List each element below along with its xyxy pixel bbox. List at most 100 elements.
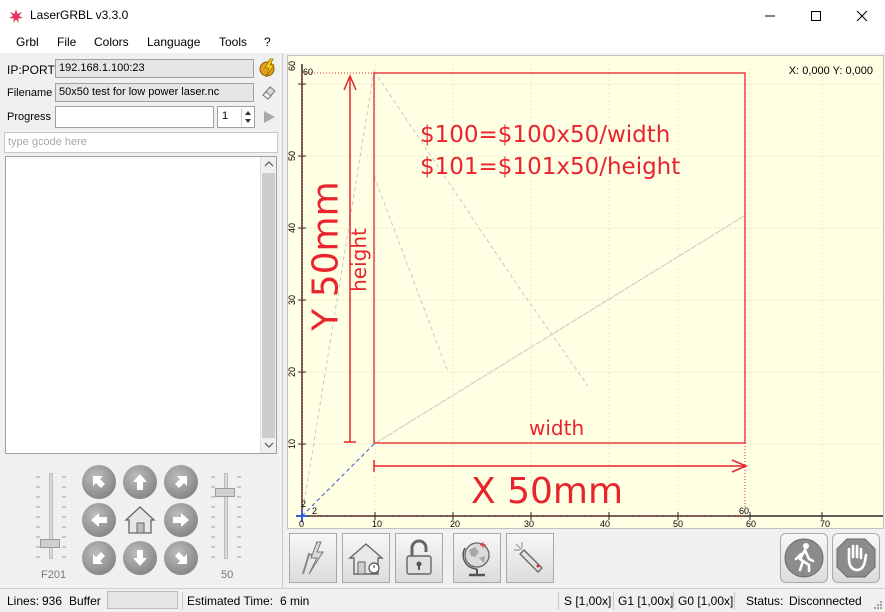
unlock-icon — [406, 539, 432, 575]
minimize-icon — [765, 15, 775, 16]
status-label: Status: — [746, 594, 784, 608]
s-override[interactable]: S [1,00x] — [564, 594, 611, 608]
jog-up-left-button[interactable] — [82, 465, 116, 499]
status-separator — [558, 592, 559, 610]
corner-label-origin-y: 2 — [301, 499, 307, 509]
jog-left-button[interactable] — [82, 503, 116, 537]
jog-right-button[interactable] — [164, 503, 198, 537]
status-separator — [734, 592, 735, 610]
g1-override[interactable]: G1 [1,00x] — [618, 594, 673, 608]
jog-home-button[interactable] — [121, 501, 159, 539]
jog-down-left-button[interactable] — [82, 541, 116, 575]
menu-bar: Grbl File Colors Language Tools ? — [0, 31, 885, 53]
jog-down-right-button[interactable] — [164, 541, 198, 575]
corner-label-top-left: 60 — [303, 67, 314, 77]
laser-test-button[interactable] — [506, 533, 554, 583]
corner-label-origin-x: 2 — [312, 506, 318, 516]
maximize-icon — [811, 10, 821, 21]
y-tick-50: 50 — [287, 150, 298, 162]
app-logo-icon — [9, 9, 23, 23]
window-title: LaserGRBL v3.3.0 — [30, 8, 129, 22]
formula-y: $101=$101x50/height — [420, 154, 681, 180]
connect-toggle-button[interactable] — [258, 58, 278, 78]
feed-label: F201 — [41, 569, 67, 581]
status-separator — [182, 592, 183, 610]
unlock-button[interactable] — [395, 533, 443, 583]
scroll-thumb[interactable] — [262, 173, 275, 438]
menu-grbl[interactable]: Grbl — [16, 35, 39, 49]
arrow-up-icon — [133, 474, 147, 490]
status-separator — [613, 592, 614, 610]
open-file-button[interactable] — [260, 83, 278, 101]
y-size-label: Y 50mm — [305, 181, 347, 331]
status-value: Disconnected — [789, 594, 862, 608]
status-separator — [673, 592, 674, 610]
minimize-button[interactable] — [747, 0, 793, 31]
arrow-down-icon — [133, 550, 147, 566]
ip-port-label: IP:PORT — [7, 63, 55, 77]
connect-button[interactable] — [289, 533, 337, 583]
filename-field[interactable]: 50x50 test for low power laser.nc — [55, 83, 254, 102]
g0-override[interactable]: G0 [1,00x] — [678, 594, 733, 608]
estimated-time-value: 6 min — [280, 594, 310, 608]
gcode-input[interactable]: type gcode here — [4, 132, 278, 153]
goto-origin-button[interactable] — [453, 533, 501, 583]
run-file-button[interactable] — [261, 109, 277, 125]
menu-tools[interactable]: Tools — [219, 35, 247, 49]
menu-file[interactable]: File — [57, 35, 76, 49]
console-scrollbar[interactable] — [260, 157, 276, 453]
jog-up-button[interactable] — [123, 465, 157, 499]
spinner-arrows-icon — [245, 111, 251, 123]
jog-down-button[interactable] — [123, 541, 157, 575]
scroll-down-icon[interactable] — [264, 441, 274, 449]
x-tick-40: 40 — [600, 519, 611, 529]
x-tick-0: 0 — [299, 519, 305, 529]
home-machine-icon — [348, 543, 384, 575]
buffer-bar — [107, 591, 178, 609]
x-tick-50: 50 — [673, 519, 684, 529]
buffer-label: Buffer — [69, 594, 101, 608]
connect-icon — [302, 541, 324, 575]
lightning-connect-icon — [259, 58, 275, 78]
arrow-down-left-icon — [93, 552, 105, 564]
arrow-left-icon — [91, 513, 107, 527]
spinner-arrows[interactable] — [241, 108, 253, 126]
menu-help[interactable]: ? — [264, 35, 271, 49]
estimated-time-label: Estimated Time: — [187, 594, 274, 608]
menu-language[interactable]: Language — [147, 35, 200, 49]
scroll-up-icon[interactable] — [264, 160, 274, 168]
run-button[interactable] — [780, 533, 828, 583]
eraser-icon — [262, 86, 276, 100]
menu-colors[interactable]: Colors — [94, 35, 129, 49]
arrow-down-right-icon — [175, 552, 187, 564]
copies-spinner[interactable]: 1 — [217, 106, 255, 128]
height-label: height — [347, 228, 371, 292]
laser-icon — [514, 542, 543, 573]
coordinates-readout: X: 0,000 Y: 0,000 — [788, 65, 873, 77]
y-tick-10: 10 — [287, 438, 298, 450]
corner-label-right: 60 — [739, 506, 750, 516]
arrow-up-right-icon — [175, 476, 187, 488]
home-machine-button[interactable] — [342, 533, 390, 583]
x-tick-20: 20 — [450, 519, 461, 529]
left-panel: IP:PORT 192.168.1.100:23 Filename 50x50 … — [0, 53, 283, 588]
x-tick-70: 70 — [820, 519, 831, 529]
copies-value: 1 — [222, 110, 229, 122]
x-tick-60: 60 — [746, 519, 757, 529]
ip-port-field[interactable]: 192.168.1.100:23 — [55, 59, 254, 78]
stop-button[interactable] — [832, 533, 880, 583]
close-icon — [856, 10, 868, 21]
width-label: width — [529, 416, 585, 440]
close-button[interactable] — [839, 0, 885, 31]
resize-grip-icon[interactable] — [873, 600, 883, 610]
jog-up-right-button[interactable] — [164, 465, 198, 499]
globe-icon — [462, 542, 490, 577]
home-icon — [124, 506, 156, 534]
maximize-button[interactable] — [793, 0, 839, 31]
arrow-right-icon — [173, 513, 189, 527]
console-log — [5, 156, 277, 454]
power-slider-ticks — [211, 476, 241, 558]
power-label: 50 — [221, 569, 234, 581]
filename-label: Filename — [7, 87, 53, 99]
preview-canvas[interactable]: X: 0,000 Y: 0,000 $100=$100x50/width $10… — [287, 55, 884, 529]
